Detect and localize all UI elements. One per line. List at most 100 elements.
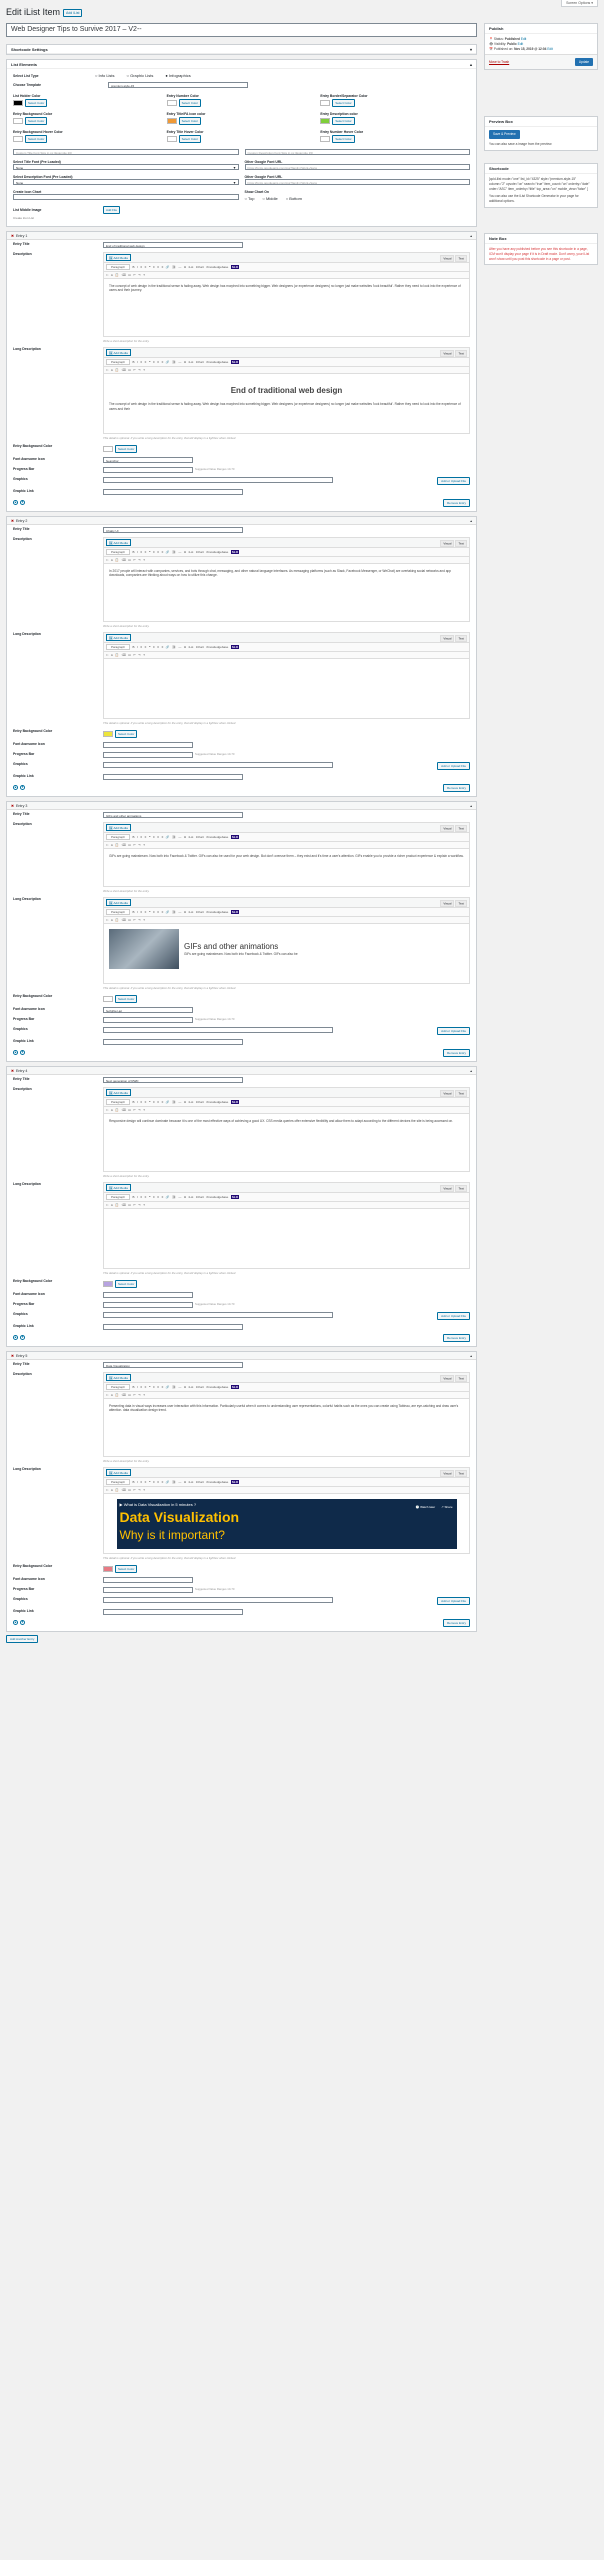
toolbar-item[interactable]: ≡	[145, 1385, 147, 1389]
format-icon[interactable]: ⎌	[106, 1488, 108, 1492]
long-description-content[interactable]: ▶ What is Data Visualization in 5 minute…	[104, 1493, 469, 1553]
clear-icon[interactable]: ⌫	[122, 273, 126, 277]
toolbar-item[interactable]: ≡	[153, 1100, 155, 1104]
format-icon[interactable]: ⎌	[106, 918, 108, 922]
format-icon[interactable]: ⎌	[106, 653, 108, 657]
toolbar-item[interactable]: ≡	[162, 1195, 164, 1199]
entry-title-input[interactable]: Chatty UI	[103, 527, 243, 533]
editor-link[interactable]: iChart	[196, 550, 204, 554]
color-icon[interactable]: A	[111, 1488, 113, 1492]
editor-link[interactable]: iLst	[189, 265, 194, 269]
remove-entry-button[interactable]: Remove Entry	[442, 784, 470, 792]
omega-icon[interactable]: Ω	[128, 653, 130, 657]
clear-icon[interactable]: ⌫	[122, 653, 126, 657]
slo-button[interactable]: SLO	[230, 360, 240, 364]
desc-font-size-input[interactable]: Custom Description Font Size in px (Exam…	[244, 149, 470, 155]
toolbar-item[interactable]: Ω	[184, 645, 186, 649]
redo-icon[interactable]: ↷	[138, 843, 141, 847]
add-media-button[interactable]: 🖼 Add Media	[106, 1089, 131, 1096]
select-color-button[interactable]: Select Color	[25, 135, 48, 143]
shortcode-text[interactable]: [qcld-ilist mode="one" list_id="4325" st…	[489, 177, 593, 191]
toolbar-item[interactable]: I	[137, 1100, 138, 1104]
help-icon[interactable]: ?	[143, 273, 145, 277]
clear-icon[interactable]: ⌫	[122, 843, 126, 847]
color-swatch[interactable]	[320, 118, 331, 124]
visual-tab[interactable]: Visual	[440, 254, 455, 262]
format-icon[interactable]: ⎌	[106, 368, 108, 372]
toolbar-item[interactable]: Ω	[184, 1385, 186, 1389]
slo-button[interactable]: SLO	[230, 1100, 240, 1104]
slo-button[interactable]: SLO	[230, 1195, 240, 1199]
color-swatch[interactable]	[103, 996, 113, 1002]
entry-title-input[interactable]: End of traditional web design	[103, 242, 243, 248]
paste-icon[interactable]: 📋	[115, 918, 119, 922]
toolbar-item[interactable]: 🔗	[166, 1195, 170, 1199]
remove-x-icon[interactable]: ✖	[11, 1069, 14, 1073]
add-new-button[interactable]: Add iList	[63, 9, 83, 17]
omega-icon[interactable]: Ω	[128, 1488, 130, 1492]
paste-icon[interactable]: 📋	[115, 273, 119, 277]
toolbar-item[interactable]: ≡	[140, 360, 142, 364]
color-swatch[interactable]	[320, 136, 331, 142]
toolbar-item[interactable]: ≡	[140, 910, 142, 914]
toolbar-item[interactable]: —	[178, 835, 181, 839]
toolbar-item[interactable]: ≡	[145, 550, 147, 554]
color-swatch[interactable]	[103, 446, 113, 452]
toolbar-item[interactable]: ≡	[145, 910, 147, 914]
toolbar-item[interactable]: ≡	[157, 265, 159, 269]
screen-options-button[interactable]: Screen Options ▾	[561, 0, 598, 7]
toolbar-item[interactable]: Ω	[184, 1480, 186, 1484]
paste-icon[interactable]: 📋	[115, 1108, 119, 1112]
visual-tab[interactable]: Visual	[440, 899, 455, 907]
format-icon[interactable]: ⎌	[106, 1203, 108, 1207]
toolbar-item[interactable]: B	[133, 360, 135, 364]
move-up-icon[interactable]: ▲	[13, 499, 18, 505]
add-media-button[interactable]: 🖼 Add Media	[106, 824, 131, 831]
paste-icon[interactable]: 📋	[115, 368, 119, 372]
toolbar-item[interactable]: ❝	[149, 360, 151, 364]
text-tab[interactable]: Text	[455, 1469, 467, 1477]
toolbar-item[interactable]: ≡	[162, 645, 164, 649]
add-media-button[interactable]: 🖼 Add Media	[106, 539, 131, 546]
collapse-icon[interactable]: ▴	[470, 1069, 472, 1073]
editor-link[interactable]: iKnowledgebase	[206, 1480, 228, 1484]
toolbar-item[interactable]: ≡	[145, 360, 147, 364]
redo-icon[interactable]: ↷	[138, 1488, 141, 1492]
text-tab[interactable]: Text	[455, 349, 467, 357]
undo-icon[interactable]: ↶	[133, 1108, 136, 1112]
remove-entry-button[interactable]: Remove Entry	[442, 1049, 470, 1057]
format-icon[interactable]: ⎌	[106, 273, 108, 277]
toolbar-item[interactable]: ≡	[153, 835, 155, 839]
toolbar-item[interactable]: 🔗	[166, 645, 170, 649]
format-icon[interactable]: ⎌	[106, 1108, 108, 1112]
description-content[interactable]: GIFs are going mainstream. Now both into…	[104, 848, 469, 886]
help-icon[interactable]: ?	[143, 918, 145, 922]
toolbar-item[interactable]: ≡	[153, 360, 155, 364]
editor-link[interactable]: iLst	[189, 360, 194, 364]
graphic-link-input[interactable]	[103, 1609, 243, 1615]
toolbar-item[interactable]: ≡	[157, 1100, 159, 1104]
undo-icon[interactable]: ↶	[133, 1203, 136, 1207]
paragraph-select[interactable]: Paragraph	[106, 264, 131, 270]
help-icon[interactable]: ?	[143, 653, 145, 657]
select-color-button[interactable]: Select Color	[178, 99, 201, 107]
omega-icon[interactable]: Ω	[128, 1108, 130, 1112]
clear-icon[interactable]: ⌫	[122, 368, 126, 372]
progress-input[interactable]	[103, 467, 193, 473]
toolbar-item[interactable]: ≡	[140, 1385, 142, 1389]
toggle-icon[interactable]: ▾	[470, 47, 472, 52]
toolbar-item[interactable]: B	[133, 550, 135, 554]
clear-icon[interactable]: ⌫	[122, 1488, 126, 1492]
paste-icon[interactable]: 📋	[115, 1488, 119, 1492]
clear-icon[interactable]: ⌫	[122, 918, 126, 922]
editor-link[interactable]: iChart	[196, 835, 204, 839]
fa-icon-input[interactable]: fa-fighter-jet	[103, 1007, 193, 1013]
move-up-icon[interactable]: ▲	[13, 1334, 18, 1340]
toolbar-item[interactable]: Ω	[184, 360, 186, 364]
add-media-button[interactable]: 🖼 Add Media	[106, 899, 131, 906]
redo-icon[interactable]: ↷	[138, 1108, 141, 1112]
toolbar-item[interactable]: ≡	[162, 910, 164, 914]
google-font2-input[interactable]: https://fonts.googleapis.com/css?family=…	[244, 179, 470, 185]
toolbar-item[interactable]: ≡	[153, 1480, 155, 1484]
title-font-select[interactable]: None	[13, 164, 239, 170]
